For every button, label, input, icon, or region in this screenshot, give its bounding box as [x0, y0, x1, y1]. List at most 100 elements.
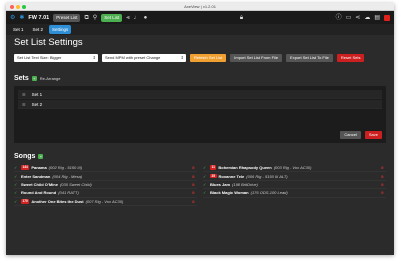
- delete-icon[interactable]: ⊗: [192, 190, 195, 195]
- song-name: Black Magic Woman: [210, 190, 249, 196]
- cloud-icon[interactable]: ☁: [364, 14, 370, 22]
- add-song-button[interactable]: +: [38, 154, 44, 159]
- song-preset: (030 Sweet Child): [59, 181, 92, 187]
- song-name: Blues Jam: [210, 181, 231, 187]
- songs-column-right: ✓ 11 Bohemian Rhapsody Queen (003 Rig - Vox…: [203, 164, 386, 206]
- toolbar: ⚙ ✱ FW 7.01 Preset List ⧉ ⚲ Set List ⫷ ♩…: [6, 11, 394, 24]
- check-icon[interactable]: ✓: [203, 182, 208, 187]
- delete-icon[interactable]: ⊗: [192, 165, 195, 170]
- tab-settings[interactable]: Settings: [49, 25, 72, 34]
- preset-number-badge: 170: [21, 199, 30, 204]
- delete-icon[interactable]: ⊗: [192, 174, 195, 179]
- sets-actions: Cancel Save: [340, 131, 382, 139]
- song-preset: (006 Rig - 5150 III ALT): [246, 173, 288, 179]
- filter-icon[interactable]: ⫷: [126, 14, 129, 22]
- delete-icon[interactable]: ⊗: [381, 190, 384, 195]
- metronome-icon[interactable]: ♩: [134, 14, 140, 22]
- tab-set-2[interactable]: Set 2: [30, 25, 47, 34]
- stop-icon[interactable]: [384, 14, 390, 21]
- preset-number-badge: 11: [210, 165, 217, 170]
- import-set-list-button[interactable]: Import Set List From File: [230, 53, 283, 62]
- settings-row: Set List Text Size: Bigger ⇕ Send MPM wi…: [14, 52, 386, 63]
- set-row[interactable]: ☰ Set 2: [18, 100, 382, 109]
- song-preset: (004 Rig - Mesa): [52, 173, 83, 179]
- folder-icon[interactable]: ▤: [374, 14, 380, 22]
- song-preset: (198 BritDrive): [232, 181, 258, 187]
- reset-sets-button[interactable]: Reset Sets: [336, 53, 365, 62]
- song-name: Sweet Child O'Mine: [21, 181, 58, 187]
- record-icon[interactable]: ●: [144, 14, 148, 22]
- cancel-button[interactable]: Cancel: [340, 131, 361, 139]
- song-name: Enter Sandman: [21, 173, 51, 179]
- share-icon[interactable]: ⋖: [355, 14, 360, 22]
- gear-icon[interactable]: ⚙: [10, 14, 15, 22]
- tab-set-1[interactable]: Set 1: [10, 25, 27, 34]
- songs-column-left: ✓ 144 Panama (002 Rig - 5150 III) ⊗ ✓ Enter Sa…: [14, 164, 197, 206]
- delete-icon[interactable]: ⊗: [192, 182, 195, 187]
- mode-select[interactable]: Send MPM with preset Change ⇕: [102, 53, 186, 62]
- text-size-value: Set List Text Size: Bigger: [17, 54, 62, 60]
- check-icon[interactable]: ✓: [14, 165, 19, 170]
- delete-icon[interactable]: ⊗: [381, 174, 384, 179]
- app-window: AxeView | v1.2.01 ⚙ ✱ FW 7.01 Preset Lis…: [6, 3, 394, 255]
- chevron-updown-icon: ⇕: [180, 54, 184, 60]
- refetch-set-list-button[interactable]: Refetch Set List: [190, 53, 227, 62]
- song-name: Panama: [31, 165, 47, 171]
- set-list-button[interactable]: Set List: [101, 13, 123, 22]
- song-row[interactable]: ✓ Enter Sandman (004 Rig - Mesa) ⊗: [14, 172, 197, 181]
- tuner-icon[interactable]: ⚲: [93, 14, 97, 22]
- song-row[interactable]: ✓ Round And Round (041 RATT) ⊗: [14, 189, 197, 198]
- song-row[interactable]: ✓ Black Magic Woman (176 ODS-100 Lead) ⊗: [203, 189, 386, 198]
- song-row[interactable]: ✓ 11 Bohemian Rhapsody Queen (003 Rig - Vox…: [203, 164, 386, 173]
- add-set-button[interactable]: +: [31, 76, 37, 81]
- song-name: Roxanne Tele: [218, 173, 245, 179]
- copy-icon[interactable]: ⧉: [84, 14, 88, 22]
- page-title: Set List Settings: [14, 37, 83, 48]
- check-icon[interactable]: ✓: [203, 174, 208, 179]
- set-label: Set 1: [31, 91, 43, 97]
- delete-icon[interactable]: ⊗: [192, 199, 195, 204]
- song-row[interactable]: ✓ Blues Jam (198 BritDrive) ⊗: [203, 181, 386, 190]
- songs-list: ✓ 144 Panama (002 Rig - 5150 III) ⊗ ✓ Enter Sa…: [14, 164, 386, 206]
- song-preset: (003 Rig - Vox AC30): [273, 165, 312, 171]
- drag-handle-icon[interactable]: ☰: [22, 92, 26, 97]
- sets-title: Sets: [14, 75, 29, 82]
- text-size-select[interactable]: Set List Text Size: Bigger ⇕: [14, 53, 98, 62]
- help-icon[interactable]: ⓘ: [336, 14, 342, 22]
- main-content: Set List Settings Set List Text Size: Bi…: [6, 35, 394, 208]
- window-title: AxeView | v1.2.01: [184, 4, 216, 9]
- song-preset: (007 Rig - Vox AC30): [85, 198, 124, 204]
- window-icon[interactable]: ▭: [346, 14, 352, 22]
- check-icon[interactable]: ✓: [14, 199, 19, 204]
- sets-header: Sets + Re-Arrange: [14, 74, 386, 83]
- rearrange-button[interactable]: Re-Arrange: [40, 76, 61, 81]
- check-icon[interactable]: ✓: [14, 190, 19, 195]
- export-set-list-button[interactable]: Export Set List To File: [286, 53, 333, 62]
- check-icon[interactable]: ✓: [203, 190, 208, 195]
- song-preset: (041 RATT): [58, 190, 79, 196]
- song-row[interactable]: ✓ 170 Another One Bites the Dust (007 Rig -…: [14, 198, 197, 206]
- check-icon[interactable]: ✓: [14, 182, 19, 187]
- set-label: Set 2: [31, 101, 43, 107]
- drag-handle-icon[interactable]: ☰: [22, 102, 26, 107]
- check-icon[interactable]: ✓: [203, 165, 208, 170]
- delete-icon[interactable]: ⊗: [381, 165, 384, 170]
- bluetooth-icon[interactable]: ✱: [19, 14, 24, 22]
- preset-number-badge: 25: [210, 173, 217, 179]
- songs-header: Songs +: [14, 152, 386, 161]
- save-button[interactable]: Save: [364, 131, 382, 139]
- song-preset: (176 ODS-100 Lead): [250, 190, 288, 196]
- song-row[interactable]: ✓ 25 Roxanne Tele (006 Rig - 5150 III ALT) ⊗: [203, 172, 386, 181]
- preset-list-button[interactable]: Preset List: [53, 13, 81, 22]
- song-name: Bohemian Rhapsody Queen: [218, 165, 272, 171]
- delete-icon[interactable]: ⊗: [381, 182, 384, 187]
- title-bar: AxeView | v1.2.01: [6, 3, 394, 11]
- set-row[interactable]: ☰ Set 1: [18, 90, 382, 99]
- song-row[interactable]: ✓ Sweet Child O'Mine (030 Sweet Child) ⊗: [14, 181, 197, 190]
- lock-icon[interactable]: 🔒︎: [240, 14, 243, 22]
- sets-panel: ☰ Set 1 ☰ Set 2 Cancel Save: [14, 86, 386, 143]
- tab-bar: Set 1 Set 2 Settings: [6, 24, 394, 35]
- song-row[interactable]: ✓ 144 Panama (002 Rig - 5150 III) ⊗: [14, 164, 197, 173]
- check-icon[interactable]: ✓: [14, 174, 19, 179]
- song-preset: (002 Rig - 5150 III): [48, 165, 83, 171]
